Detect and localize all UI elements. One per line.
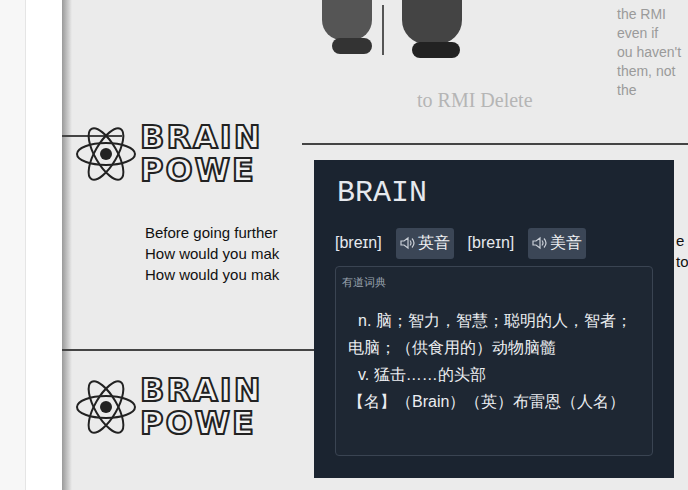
edge-fragment: to [676,251,688,272]
brain-power-logo: BRAINPOWE [74,115,262,193]
logo-line: BRAIN [140,121,262,154]
pronunciation-row: [breɪn] 英音 [breɪn] 美音 [335,227,653,259]
speaker-icon [400,236,415,250]
audio-label: 美音 [550,231,582,255]
atom-icon [74,115,138,193]
edge-text: e to [676,230,688,272]
phonetic: [breɪn] [468,231,515,255]
paragraph: Before going further How would you mak H… [145,222,279,285]
audio-button[interactable]: 美音 [528,228,586,259]
faded-line: them, not the [617,62,688,100]
logo-text: BRAINPOWE [140,121,262,187]
word-title: BRAIN [335,174,653,212]
brain-power-logo: BRAINPOWE [74,368,262,446]
edge-fragment: e [676,230,688,251]
logo-line: BRAIN [140,374,262,407]
margin [26,0,62,490]
source-label: 有道词典 [342,275,646,289]
paragraph-line: How would you mak [145,243,279,264]
illustration [312,0,482,62]
faded-line: even if [617,24,688,43]
logo-text: BRAINPOWE [140,374,262,440]
phonetic: [breɪn] [335,231,382,255]
dictionary-popup: BRAIN [breɪn] 英音 [breɪn] 美音 有道词典 n. 脑；智力，智慧… [314,160,674,478]
audio-label: 英音 [418,231,450,255]
rule [302,143,688,145]
side-strip [0,0,26,490]
rule [62,349,322,351]
faded-line: the RMI [617,5,688,24]
paragraph-line: How would you mak [145,264,279,285]
faded-line: ou haven't [617,43,688,62]
logo-line: POWE [140,154,262,187]
definition-line: n. 脑；智力，智慧；聪明的人，智者；电脑；（供食用的）动物脑髓 [342,307,646,361]
audio-button[interactable]: 英音 [396,228,454,259]
screen: the RMI even if ou haven't them, not the… [0,0,688,490]
faded-heading: to RMI Delete [417,85,533,115]
speaker-icon [532,236,547,250]
logo-line: POWE [140,407,262,440]
definition-line: v. 猛击……的头部 [342,361,646,388]
faded-text: the RMI even if ou haven't them, not the [617,5,688,100]
atom-icon [74,368,138,446]
rule [62,135,122,137]
definitions: n. 脑；智力，智慧；聪明的人，智者；电脑；（供食用的）动物脑髓v. 猛击……的… [342,307,646,415]
page-shadow [62,0,72,490]
paragraph-line: Before going further [145,222,279,243]
definition-box: 有道词典 n. 脑；智力，智慧；聪明的人，智者；电脑；（供食用的）动物脑髓v. … [335,266,653,456]
definition-line: 【名】（Brain）（英）布雷恩（人名） [342,388,646,415]
